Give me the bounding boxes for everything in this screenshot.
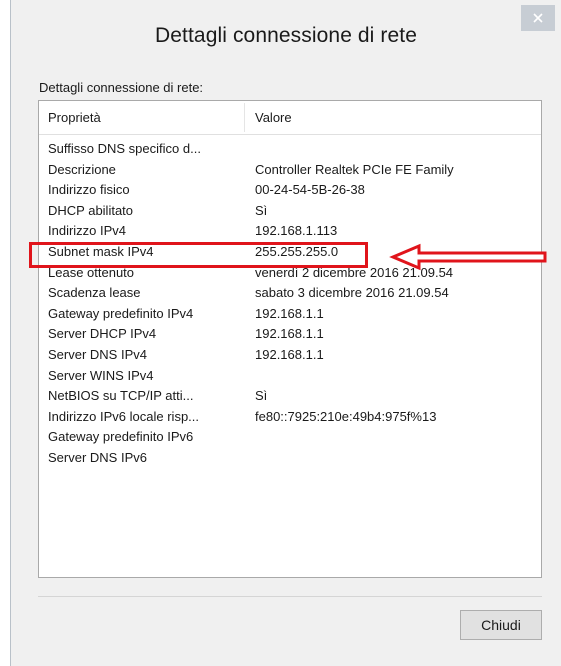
title-close-button[interactable] [521, 5, 555, 31]
row-value: 192.168.1.1 [255, 346, 324, 362]
table-row[interactable]: Server DHCP IPv4 192.168.1.1 [39, 323, 541, 344]
dialog-window: Dettagli connessione di rete Dettagli co… [10, 0, 561, 666]
row-value: Sì [255, 202, 268, 218]
title-bar[interactable]: Dettagli connessione di rete [11, 0, 561, 74]
row-value: sabato 3 dicembre 2016 21.09.54 [255, 285, 449, 301]
row-value: 255.255.255.0 [255, 243, 339, 259]
listview-rows: Suffisso DNS specifico d... Descrizione … [39, 138, 541, 468]
column-header-value[interactable]: Valore [255, 110, 292, 125]
table-row[interactable]: Indirizzo fisico 00-24-54-5B-26-38 [39, 179, 541, 200]
table-row[interactable]: Gateway predefinito IPv4 192.168.1.1 [39, 303, 541, 324]
row-value: Sì [255, 388, 268, 404]
table-row[interactable]: Suffisso DNS specifico d... [39, 138, 541, 159]
row-property: DHCP abilitato [48, 202, 134, 218]
row-property: Lease ottenuto [48, 264, 135, 280]
window-title: Dettagli connessione di rete [155, 24, 417, 47]
table-row[interactable]: Descrizione Controller Realtek PCIe FE F… [39, 159, 541, 180]
column-header-property[interactable]: Proprietà [48, 110, 101, 125]
listview-header: Proprietà Valore [39, 101, 541, 135]
row-value: 00-24-54-5B-26-38 [255, 182, 365, 198]
row-property: NetBIOS su TCP/IP atti... [48, 388, 194, 404]
row-property: Server WINS IPv4 [48, 367, 154, 383]
row-property: Server DHCP IPv4 [48, 326, 157, 342]
close-button[interactable]: Chiudi [460, 610, 542, 640]
row-value: 192.168.1.1 [255, 326, 324, 342]
table-row[interactable]: Server WINS IPv4 [39, 365, 541, 386]
details-listview[interactable]: Proprietà Valore Suffisso DNS specifico … [38, 100, 542, 578]
table-row[interactable]: Server DNS IPv4 192.168.1.1 [39, 344, 541, 365]
row-property: Gateway predefinito IPv4 [48, 305, 194, 321]
row-value: fe80::7925:210e:49b4:975f%13 [255, 408, 437, 424]
close-icon [533, 13, 543, 23]
row-property: Scadenza lease [48, 285, 141, 301]
row-value: venerdì 2 dicembre 2016 21.09.54 [255, 264, 454, 280]
table-row[interactable]: Scadenza lease sabato 3 dicembre 2016 21… [39, 282, 541, 303]
column-divider[interactable] [244, 103, 245, 132]
table-row[interactable]: Indirizzo IPv6 locale risp... fe80::7925… [39, 406, 541, 427]
footer-separator [38, 596, 542, 597]
row-property: Indirizzo fisico [48, 182, 130, 198]
table-row[interactable]: Subnet mask IPv4 255.255.255.0 [39, 241, 541, 262]
table-row[interactable]: Server DNS IPv6 [39, 447, 541, 468]
table-row[interactable]: NetBIOS su TCP/IP atti... Sì [39, 385, 541, 406]
table-row[interactable]: Indirizzo IPv4 192.168.1.113 [39, 220, 541, 241]
row-value: Controller Realtek PCIe FE Family [255, 161, 454, 177]
row-property: Server DNS IPv6 [48, 449, 147, 465]
table-row[interactable]: Gateway predefinito IPv6 [39, 426, 541, 447]
row-property: Suffisso DNS specifico d... [48, 141, 201, 156]
group-label: Dettagli connessione di rete: [39, 80, 204, 95]
row-property: Indirizzo IPv6 locale risp... [48, 408, 200, 424]
row-property: Indirizzo IPv4 [48, 223, 127, 239]
row-property: Subnet mask IPv4 [48, 243, 154, 259]
row-property: Gateway predefinito IPv6 [48, 429, 194, 445]
table-row[interactable]: Lease ottenuto venerdì 2 dicembre 2016 2… [39, 262, 541, 283]
table-row[interactable]: DHCP abilitato Sì [39, 200, 541, 221]
row-property: Descrizione [48, 161, 116, 177]
row-value: 192.168.1.1 [255, 305, 324, 321]
row-value: 192.168.1.113 [255, 223, 338, 239]
row-property: Server DNS IPv4 [48, 346, 147, 362]
